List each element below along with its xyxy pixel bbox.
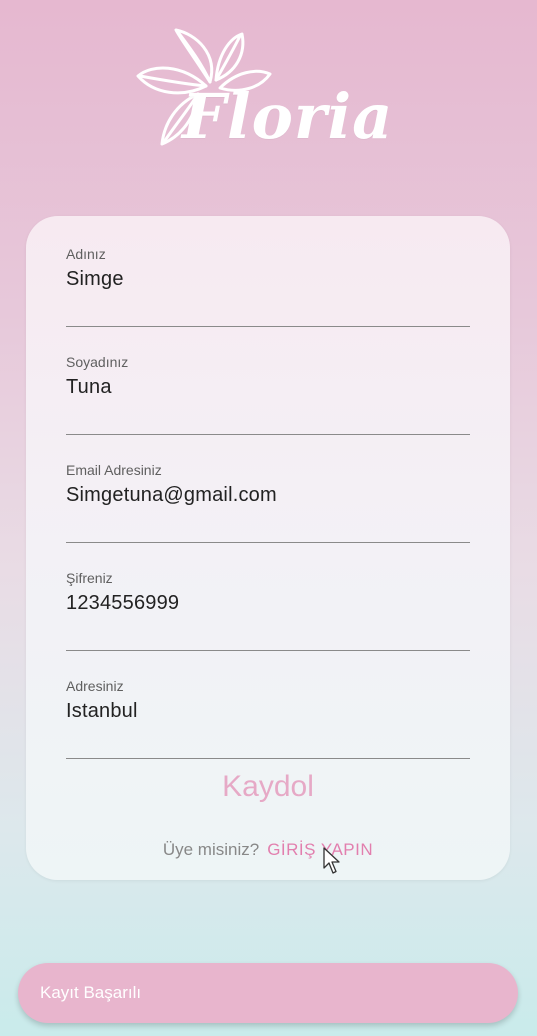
- mouse-cursor-icon: [323, 847, 340, 874]
- login-question: Üye misiniz?: [162, 840, 260, 859]
- email-input[interactable]: Simgetuna@gmail.com: [66, 484, 277, 507]
- password-label: Şifreniz: [66, 570, 113, 586]
- last-name-input[interactable]: Tuna: [66, 376, 112, 399]
- toast-message: Kayıt Başarılı: [40, 983, 142, 1002]
- password-input[interactable]: 1234556999: [66, 592, 179, 615]
- first-name-field[interactable]: Adınız Simge: [66, 246, 470, 327]
- login-link[interactable]: GİRİŞ YAPIN: [267, 840, 373, 859]
- email-field[interactable]: Email Adresiniz Simgetuna@gmail.com: [66, 462, 470, 543]
- register-card: Adınız Simge Soyadınız Tuna Email Adresi…: [26, 216, 510, 880]
- last-name-label: Soyadınız: [66, 354, 129, 370]
- success-toast: Kayıt Başarılı: [18, 963, 518, 1023]
- address-label: Adresiniz: [66, 678, 124, 694]
- address-field[interactable]: Adresiniz Istanbul: [66, 678, 470, 759]
- brand-name: Floria: [182, 80, 394, 153]
- password-field[interactable]: Şifreniz 1234556999: [66, 570, 470, 651]
- register-button[interactable]: Kaydol: [26, 770, 510, 804]
- first-name-input[interactable]: Simge: [66, 268, 124, 291]
- first-name-label: Adınız: [66, 246, 106, 262]
- email-label: Email Adresiniz: [66, 462, 162, 478]
- last-name-field[interactable]: Soyadınız Tuna: [66, 354, 470, 435]
- login-prompt: Üye misiniz? GİRİŞ YAPIN: [26, 840, 510, 860]
- address-input[interactable]: Istanbul: [66, 700, 138, 723]
